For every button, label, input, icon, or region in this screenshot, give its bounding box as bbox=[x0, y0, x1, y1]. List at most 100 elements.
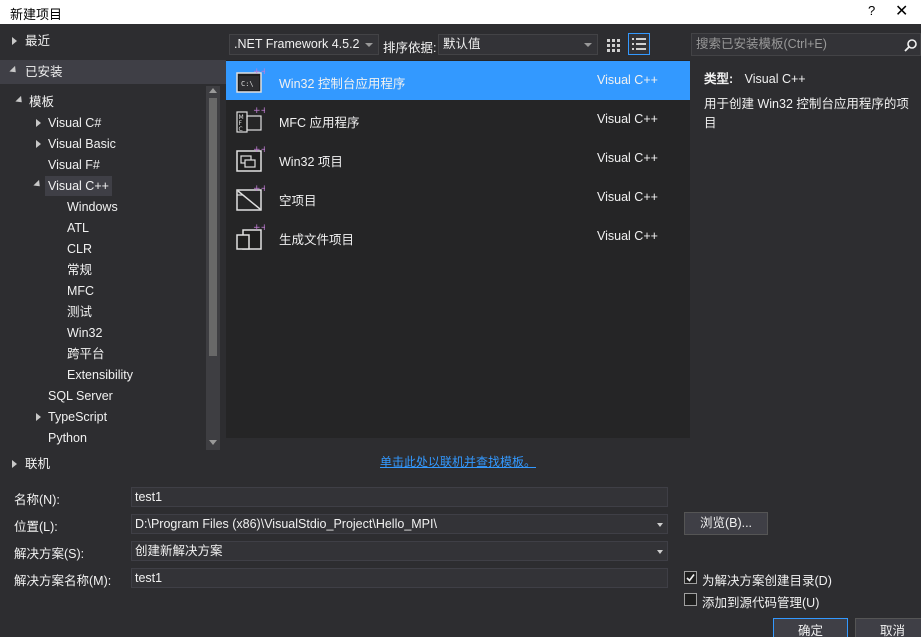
mfc-app-icon: M F C ++ bbox=[236, 106, 265, 133]
tree-item-general[interactable]: 常规 bbox=[67, 260, 92, 280]
scrollbar-thumb[interactable] bbox=[209, 98, 217, 356]
tree-item-templates[interactable]: 模板 bbox=[0, 92, 206, 112]
scroll-down-icon[interactable] bbox=[209, 440, 217, 445]
tree-item-label: Visual C++ bbox=[45, 176, 112, 196]
location-label: 位置(L): bbox=[14, 520, 58, 534]
solution-dropdown[interactable]: 创建新解决方案 bbox=[131, 541, 668, 561]
chevron-down-icon bbox=[365, 43, 373, 47]
win32-project-icon: ++ bbox=[236, 145, 265, 172]
template-language: Visual C++ bbox=[597, 112, 658, 126]
ok-button[interactable]: 确定 bbox=[773, 618, 848, 637]
tree-item-windows[interactable]: Windows bbox=[67, 197, 118, 217]
chevron-down-icon[interactable] bbox=[657, 523, 663, 527]
tree-item-label: 模板 bbox=[29, 95, 55, 109]
svg-text:++: ++ bbox=[253, 106, 265, 116]
details-description: 用于创建 Win32 控制台应用程序的项目 bbox=[704, 97, 909, 130]
chevron-down-icon[interactable] bbox=[657, 550, 663, 554]
tree-item-label: Visual Basic bbox=[48, 137, 116, 151]
details-type-value: Visual C++ bbox=[744, 72, 806, 86]
tree-item-visual-csharp[interactable]: Visual C# bbox=[0, 113, 206, 133]
tree-scrollbar[interactable] bbox=[206, 86, 220, 450]
scroll-up-icon[interactable] bbox=[209, 88, 217, 93]
svg-text:C:\: C:\ bbox=[241, 80, 254, 88]
tree-item-label: 已安装 bbox=[25, 65, 63, 79]
name-label: 名称(N): bbox=[14, 493, 60, 507]
tree-item-sql-server[interactable]: SQL Server bbox=[48, 386, 113, 406]
template-item[interactable]: ++ Win32 项目 Visual C++ bbox=[226, 139, 690, 178]
expand-icon bbox=[12, 37, 17, 45]
browse-button[interactable]: 浏览(B)... bbox=[684, 512, 768, 535]
close-button[interactable]: ✕ bbox=[895, 1, 908, 21]
list-view-button[interactable] bbox=[628, 33, 650, 55]
search-placeholder: 搜索已安装模板(Ctrl+E) bbox=[696, 37, 827, 51]
solution-name-label: 解决方案名称(M): bbox=[14, 574, 112, 588]
tree-item-recent[interactable]: 最近 bbox=[0, 31, 226, 51]
tree-item-win32[interactable]: Win32 bbox=[67, 323, 102, 343]
tree-item-clr[interactable]: CLR bbox=[67, 239, 92, 259]
search-icon[interactable] bbox=[904, 38, 918, 52]
list-view-icon bbox=[632, 38, 646, 50]
help-button[interactable]: ? bbox=[868, 3, 875, 18]
location-combobox[interactable]: D:\Program Files (x86)\VisualStdio_Proje… bbox=[131, 514, 668, 534]
tree-item-visual-fsharp[interactable]: Visual F# bbox=[0, 155, 206, 175]
create-directory-label[interactable]: 为解决方案创建目录(D) bbox=[702, 570, 832, 589]
tree-item-label: Visual F# bbox=[48, 158, 100, 172]
tree-item-label: Visual C# bbox=[48, 116, 102, 130]
location-value: D:\Program Files (x86)\VisualStdio_Proje… bbox=[135, 517, 437, 531]
tree-item-atl[interactable]: ATL bbox=[67, 218, 89, 238]
tree-item-python[interactable]: Python bbox=[48, 428, 87, 448]
template-name: Win32 项目 bbox=[279, 155, 343, 169]
template-item[interactable]: C:\ ++ Win32 控制台应用程序 Visual C++ bbox=[226, 61, 690, 100]
details-type-label: 类型: bbox=[704, 72, 734, 86]
name-input[interactable]: test1 bbox=[131, 487, 668, 507]
tree-item-label: 联机 bbox=[25, 457, 51, 471]
framework-value: .NET Framework 4.5.2 bbox=[234, 37, 360, 51]
title-bar: 新建项目 ? ✕ bbox=[0, 0, 921, 24]
small-icons-view-button[interactable] bbox=[604, 35, 624, 55]
solution-value: 创建新解决方案 bbox=[135, 544, 223, 558]
expand-icon bbox=[36, 119, 41, 127]
empty-project-icon: ++ bbox=[236, 184, 265, 211]
solution-name-input[interactable]: test1 bbox=[131, 568, 668, 588]
tree-item-online[interactable]: 联机 bbox=[0, 454, 206, 474]
template-item[interactable]: ++ 生成文件项目 Visual C++ bbox=[226, 217, 690, 256]
online-templates-link[interactable]: 单击此处以联机并查找模板。 bbox=[380, 453, 536, 470]
makefile-project-icon: ++ bbox=[236, 223, 265, 250]
console-app-icon: C:\ ++ bbox=[236, 67, 265, 93]
tree-item-typescript[interactable]: TypeScript bbox=[0, 407, 206, 427]
create-directory-checkbox[interactable] bbox=[684, 571, 697, 584]
add-source-control-label[interactable]: 添加到源代码管理(U) bbox=[702, 592, 819, 611]
template-name: Win32 控制台应用程序 bbox=[279, 77, 406, 91]
template-language: Visual C++ bbox=[597, 190, 658, 204]
grid-view-icon bbox=[607, 39, 620, 52]
template-item[interactable]: ++ 空项目 Visual C++ bbox=[226, 178, 690, 217]
tree-item-mfc[interactable]: MFC bbox=[67, 281, 94, 301]
template-list: C:\ ++ Win32 控制台应用程序 Visual C++ M F C ++… bbox=[226, 60, 690, 438]
svg-text:++: ++ bbox=[253, 67, 265, 77]
template-language: Visual C++ bbox=[597, 151, 658, 165]
template-name: MFC 应用程序 bbox=[279, 116, 360, 130]
tree-item-visual-basic[interactable]: Visual Basic bbox=[0, 134, 206, 154]
tree-item-cross-platform[interactable]: 跨平台 bbox=[67, 344, 105, 364]
search-input[interactable]: 搜索已安装模板(Ctrl+E) bbox=[691, 33, 921, 56]
tree-item-label: 最近 bbox=[25, 34, 51, 48]
tree-item-installed[interactable]: 已安装 bbox=[0, 60, 226, 84]
template-item[interactable]: M F C ++ MFC 应用程序 Visual C++ bbox=[226, 100, 690, 139]
template-name: 空项目 bbox=[279, 194, 317, 208]
window-title: 新建项目 bbox=[10, 7, 63, 22]
tree-item-extensibility[interactable]: Extensibility bbox=[67, 365, 133, 385]
svg-text:++: ++ bbox=[253, 145, 265, 155]
collapse-icon bbox=[33, 179, 43, 190]
solution-label: 解决方案(S): bbox=[14, 547, 85, 561]
expand-icon bbox=[12, 460, 17, 468]
collapse-icon bbox=[9, 65, 19, 76]
tree-item-visual-cpp[interactable]: Visual C++ bbox=[0, 176, 206, 196]
add-source-control-checkbox[interactable] bbox=[684, 593, 697, 606]
framework-dropdown[interactable]: .NET Framework 4.5.2 bbox=[229, 34, 379, 55]
expand-icon bbox=[36, 413, 41, 421]
tree-item-test[interactable]: 测试 bbox=[67, 302, 92, 322]
cancel-button[interactable]: 取消 bbox=[855, 618, 921, 637]
sort-label: 排序依据: bbox=[383, 41, 437, 55]
template-language: Visual C++ bbox=[597, 229, 658, 243]
sort-dropdown[interactable]: 默认值 bbox=[438, 34, 598, 55]
